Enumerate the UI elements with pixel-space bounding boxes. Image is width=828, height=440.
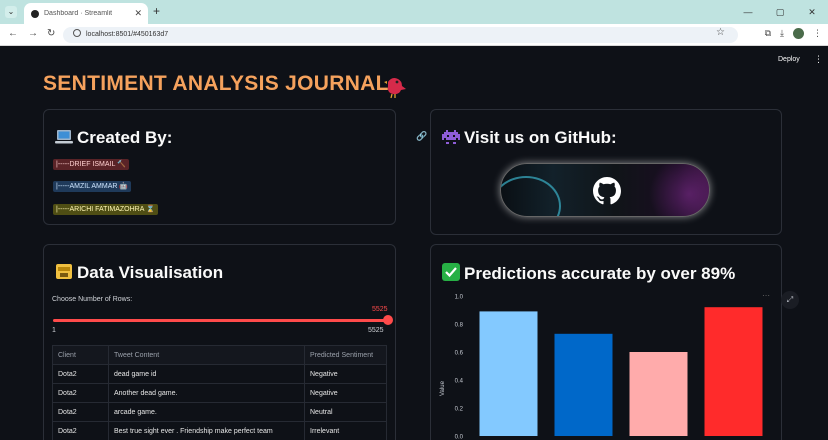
decorative-glow <box>649 164 709 216</box>
site-info-icon[interactable] <box>73 29 81 37</box>
table-row: Dota2 Another dead game. Negative <box>52 383 387 403</box>
y-tick-label: 0.4 <box>455 379 464 385</box>
rows-slider-thumb[interactable] <box>383 315 393 325</box>
table-cell[interactable]: Dota2 <box>52 364 109 384</box>
url-input[interactable]: localhost:8501/#450163d7 <box>63 27 738 43</box>
tab-search-icon[interactable]: ⌄ <box>5 6 17 18</box>
download-icon[interactable]: ⤓ <box>780 28 784 39</box>
table-cell[interactable]: Best true sight ever . Friendship make p… <box>108 421 305 440</box>
reload-icon[interactable]: ↻ <box>47 28 55 39</box>
tweets-dataframe[interactable]: Client Tweet Content Predicted Sentiment… <box>52 345 387 440</box>
github-heading: Visit us on GitHub: <box>442 128 617 148</box>
toolbar-icons: ⧉ ⤓ ⋮ <box>765 28 822 39</box>
main-menu-icon[interactable]: ⋮ <box>814 54 823 65</box>
address-bar: ← → ↻ localhost:8501/#450163d7 ☆ ⧉ ⤓ ⋮ <box>0 24 828 46</box>
deploy-button[interactable]: Deploy <box>778 56 800 63</box>
column-header[interactable]: Tweet Content <box>108 345 305 365</box>
y-tick-label: 0.8 <box>455 323 464 329</box>
author-badge: |-----ARICHI FATIMAZOHRA ⌛ <box>53 204 158 215</box>
profile-avatar[interactable] <box>793 28 804 39</box>
slider-max-label: 5525 <box>368 327 384 334</box>
table-row: Dota2 dead game id Negative <box>52 364 387 384</box>
card-box-icon <box>56 264 72 279</box>
bird-emoji-icon <box>384 78 406 99</box>
column-header[interactable]: Predicted Sentiment <box>304 345 387 365</box>
data-visualisation-heading: Data Visualisation <box>55 263 223 283</box>
streamlit-app: Deploy ⋮ SENTIMENT ANALYSIS JOURNAL Crea… <box>0 47 828 440</box>
table-cell[interactable]: Dota2 <box>52 383 109 403</box>
table-cell[interactable]: Neutral <box>304 402 387 422</box>
streamlit-favicon-icon <box>31 9 39 18</box>
y-tick-label: 1.0 <box>455 295 464 301</box>
github-link-button[interactable] <box>500 163 710 217</box>
created-by-heading: Created By: <box>55 128 172 148</box>
browser-tab[interactable]: Dashboard · Streamlit ✕ <box>24 3 148 24</box>
new-tab-button[interactable]: + <box>153 4 160 18</box>
table-cell[interactable]: Irrelevant <box>304 421 387 440</box>
table-row: Dota2 Best true sight ever . Friendship … <box>52 421 387 440</box>
column-header[interactable]: Client <box>52 345 109 365</box>
anchor-link-icon[interactable]: 🔗 <box>416 131 427 142</box>
table-header-row: Client Tweet Content Predicted Sentiment <box>52 345 387 365</box>
chart-bar[interactable] <box>629 352 688 436</box>
page-title: SENTIMENT ANALYSIS JOURNAL <box>43 72 389 95</box>
y-tick-label: 0.2 <box>455 407 464 413</box>
table-cell[interactable]: arcade game. <box>108 402 305 422</box>
slider-label: Choose Number of Rows: <box>52 296 133 303</box>
tab-title: Dashboard · Streamlit <box>44 10 113 17</box>
close-window-icon[interactable]: ✕ <box>796 7 828 18</box>
check-mark-button-icon <box>442 263 460 281</box>
table-cell[interactable]: Dota2 <box>52 421 109 440</box>
y-tick-label: 0.6 <box>455 351 464 357</box>
created-by-card: Created By: |-----DRIEF ISMAIL 🔨 |-----A… <box>43 109 396 225</box>
slider-min-label: 1 <box>52 327 56 334</box>
window-controls: — ▢ ✕ <box>732 0 828 24</box>
author-badge: |-----AMZIL AMMAR 🤖 <box>53 181 132 192</box>
table-cell[interactable]: Negative <box>304 364 387 384</box>
laptop-icon <box>55 130 73 144</box>
decorative-orb <box>501 176 561 216</box>
rows-slider-track[interactable] <box>53 319 387 322</box>
close-tab-icon[interactable]: ✕ <box>134 8 142 19</box>
table-cell[interactable]: Another dead game. <box>108 383 305 403</box>
table-cell[interactable]: dead game id <box>108 364 305 384</box>
table-row: Dota2 arcade game. Neutral <box>52 402 387 422</box>
back-icon[interactable]: ← <box>8 28 18 39</box>
predictions-heading: Predictions accurate by over 89% <box>442 263 735 284</box>
chart-bar[interactable] <box>479 311 538 436</box>
table-cell[interactable]: Dota2 <box>52 402 109 422</box>
author-badge: |-----DRIEF ISMAIL 🔨 <box>53 159 129 170</box>
maximize-icon[interactable]: ▢ <box>764 7 796 18</box>
predictions-bar-chart: 0.0 0.2 0.4 0.6 0.8 1.0 Value <box>440 295 763 440</box>
extensions-icon[interactable]: ⧉ <box>765 28 771 39</box>
space-invader-icon <box>442 130 460 144</box>
github-icon <box>593 177 621 205</box>
y-axis-label: Value <box>440 380 446 396</box>
bookmark-star-icon[interactable]: ☆ <box>716 27 725 38</box>
fullscreen-icon[interactable]: ⤢ <box>781 291 799 309</box>
y-tick-label: 0.0 <box>455 435 464 440</box>
minimize-icon[interactable]: — <box>732 7 764 17</box>
forward-icon[interactable]: → <box>28 28 38 39</box>
browser-tab-bar: ⌄ Dashboard · Streamlit ✕ + — ▢ ✕ <box>0 0 828 24</box>
slider-current-value: 5525 <box>372 306 388 313</box>
browser-menu-icon[interactable]: ⋮ <box>813 28 822 39</box>
chart-bar[interactable] <box>704 307 763 436</box>
url-text: localhost:8501/#450163d7 <box>86 31 169 38</box>
table-cell[interactable]: Negative <box>304 383 387 403</box>
chart-bar[interactable] <box>554 333 613 436</box>
